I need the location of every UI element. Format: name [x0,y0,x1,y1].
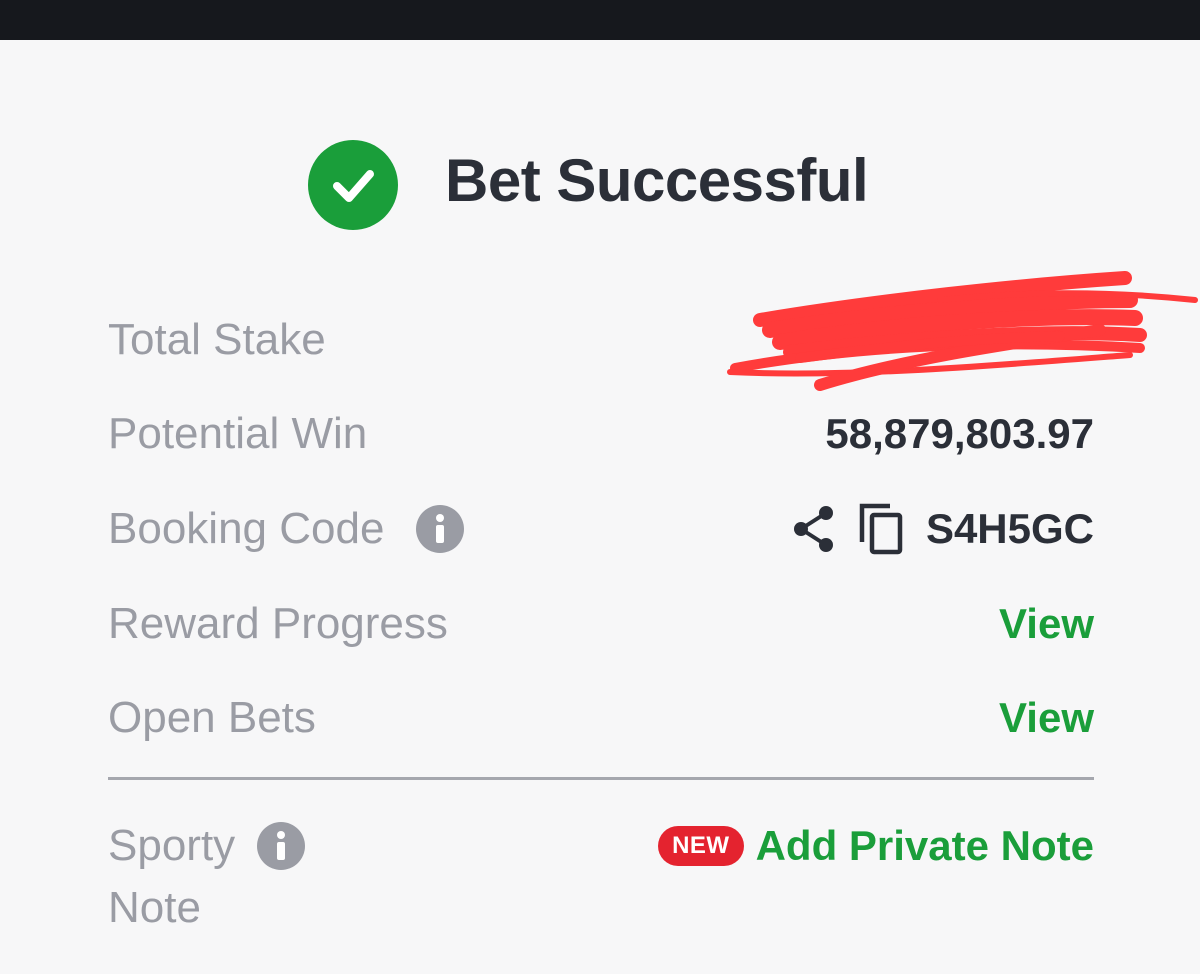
booking-code-value-wrap: S4H5GC [790,499,1094,559]
reward-progress-label: Reward Progress [108,599,448,648]
booking-code-row: Booking Code S4H5GC [108,499,1094,559]
divider [108,777,1094,780]
sporty-note-label-line1: Sporty [108,821,236,870]
sporty-note-row: Sporty Note NEW Add Private Note [108,815,1094,945]
add-private-note-button[interactable]: Add Private Note [756,815,1094,877]
page-title: Bet Successful [445,147,869,214]
reward-progress-view-link[interactable]: View [999,594,1094,654]
copy-icon[interactable] [858,502,906,556]
booking-code-label: Booking Code [108,504,385,553]
potential-win-value: 58,879,803.97 [825,410,1094,457]
sporty-note-label: Sporty Note [108,815,306,939]
open-bets-view-link[interactable]: View [999,688,1094,748]
potential-win-row: Potential Win 58,879,803.97 [108,404,1094,464]
open-bets-label: Open Bets [108,693,316,742]
add-private-note-wrap: NEW Add Private Note [658,815,1094,877]
bet-status-header: Bet Successful [0,140,1200,230]
sporty-note-label-line2: Note [108,883,201,932]
info-icon[interactable] [257,822,306,870]
open-bets-row: Open Bets View [108,688,1094,748]
share-icon[interactable] [790,504,838,554]
check-circle-icon [308,140,398,230]
status-bar [0,0,1200,40]
info-icon[interactable] [416,505,465,553]
booking-code-label-wrap: Booking Code [108,499,465,559]
total-stake-row: Total Stake [108,310,1094,370]
reward-progress-row: Reward Progress View [108,594,1094,654]
new-badge: NEW [658,826,744,866]
booking-code-value[interactable]: S4H5GC [926,499,1094,559]
potential-win-label: Potential Win [108,409,368,458]
total-stake-label: Total Stake [108,315,326,364]
